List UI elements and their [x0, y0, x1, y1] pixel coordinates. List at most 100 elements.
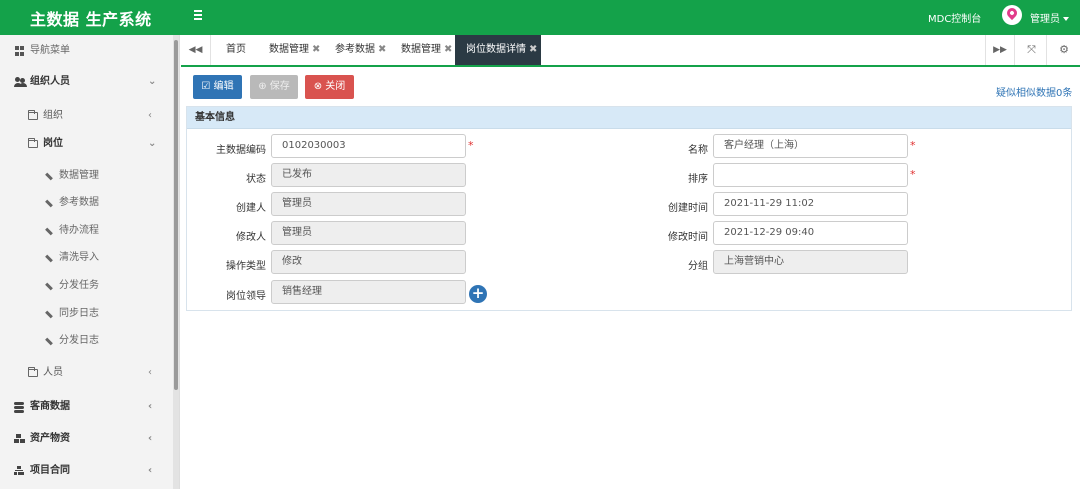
sidebar-group-contract[interactable]: 项目合同 ‹	[0, 457, 172, 485]
save-button[interactable]: ⊕ 保存	[250, 75, 298, 99]
ctime-label: 创建时间	[668, 203, 708, 214]
gear-icon[interactable]: ⚙	[1049, 35, 1079, 65]
tabs-scroll-right-icon[interactable]: ▶▶	[985, 35, 1015, 65]
pencil-icon	[45, 310, 53, 319]
mdc-console-link[interactable]: MDC控制台	[928, 10, 981, 25]
sidebar: 导航菜单 组织人员 ⌄ 组织 ‹ 岗位 ⌄ 数据管理 参考数据 待办流程 清洗导…	[0, 35, 180, 489]
name-label: 名称	[688, 145, 708, 156]
pencil-icon	[45, 282, 53, 291]
caret-down-icon	[1063, 17, 1069, 21]
pencil-icon	[45, 172, 53, 181]
close-icon[interactable]: ✖	[312, 44, 320, 55]
sidebar-leaf-4[interactable]: 分发任务	[0, 272, 172, 300]
tab-bar: ◀◀ 首页 数据管理 ✖ 参考数据 ✖ 数据管理 ✖ 岗位数据详情 ✖ ▶▶ ⤧ ⚙	[181, 35, 1080, 67]
tab-position-detail[interactable]: 岗位数据详情 ✖	[455, 35, 541, 65]
edit-icon: ☑	[201, 81, 214, 92]
sidebar-leaf-5[interactable]: 同步日志	[0, 300, 172, 328]
optype-field: 修改	[271, 250, 466, 274]
creator-field: 管理员	[271, 192, 466, 216]
folder-open-icon	[28, 138, 38, 148]
modifier-field: 管理员	[271, 221, 466, 245]
edit-button[interactable]: ☑ 编辑	[193, 75, 242, 99]
chevron-down-icon: ⌄	[148, 138, 157, 149]
tab-label: 数据管理	[401, 44, 441, 55]
modifier-label: 修改人	[236, 232, 266, 243]
name-field[interactable]: 客户经理（上海）	[713, 134, 908, 158]
add-leader-icon[interactable]: +	[469, 285, 487, 303]
chevron-left-icon: ‹	[148, 401, 153, 412]
save-button-label: 保存	[269, 81, 290, 92]
sidebar-item-org-unit[interactable]: 组织 ‹	[0, 102, 172, 130]
close-icon[interactable]: ✖	[378, 44, 386, 55]
pencil-icon	[45, 199, 53, 208]
ctime-field[interactable]: 2021-11-29 11:02	[713, 192, 908, 216]
tab-home[interactable]: 首页	[226, 35, 246, 65]
close-icon[interactable]: ✖	[529, 44, 537, 55]
map-pin-icon	[1004, 5, 1020, 21]
optype-label: 操作类型	[226, 261, 266, 272]
sidebar-leaf-3[interactable]: 清洗导入	[0, 244, 172, 272]
sidebar-leaf-label: 清洗导入	[59, 252, 99, 263]
sort-field[interactable]	[713, 163, 908, 187]
sidebar-leaf-label: 分发日志	[59, 335, 99, 346]
chevron-left-icon: ‹	[148, 465, 153, 476]
sidebar-group-label: 组织人员	[30, 76, 70, 87]
user-menu[interactable]: 管理员	[1030, 10, 1069, 25]
tab-data-manage[interactable]: 数据管理 ✖	[269, 35, 320, 65]
chevron-left-icon: ‹	[148, 433, 153, 444]
sidebar-item-label: 人员	[43, 367, 63, 378]
required-mark: *	[910, 139, 916, 152]
sidebar-group-label: 项目合同	[30, 465, 70, 476]
sort-label: 排序	[688, 174, 708, 185]
tab-reference-data[interactable]: 参考数据 ✖	[335, 35, 386, 65]
creator-label: 创建人	[236, 203, 266, 214]
tabs-scroll-left-icon[interactable]: ◀◀	[181, 35, 211, 65]
mtime-label: 修改时间	[668, 232, 708, 243]
mtime-field[interactable]: 2021-12-29 09:40	[713, 221, 908, 245]
required-mark: *	[468, 139, 474, 152]
sidebar-group-label: 客商数据	[30, 401, 70, 412]
tab-data-manage-2[interactable]: 数据管理 ✖	[401, 35, 452, 65]
close-button[interactable]: ⊗ 关闭	[305, 75, 354, 99]
chevron-down-icon: ⌄	[148, 76, 157, 87]
chevron-left-icon: ‹	[148, 110, 152, 121]
tab-label: 参考数据	[335, 44, 375, 55]
sidebar-item-label: 组织	[43, 110, 63, 121]
sidebar-leaf-1[interactable]: 参考数据	[0, 189, 172, 217]
tab-label: 岗位数据详情	[466, 44, 526, 55]
nav-title-label: 导航菜单	[30, 45, 70, 56]
similar-data-link[interactable]: 疑似相似数据0条	[996, 84, 1072, 99]
panel-title: 基本信息	[187, 107, 1071, 129]
top-bar: 主数据 生产系统 MDC控制台 管理员	[0, 0, 1080, 35]
sidebar-item-person[interactable]: 人员 ‹	[0, 359, 172, 387]
sidebar-item-label: 岗位	[43, 138, 63, 149]
code-field[interactable]: 0102030003	[271, 134, 466, 158]
nav-title: 导航菜单	[0, 37, 172, 65]
leader-field: 销售经理	[271, 280, 466, 304]
sidebar-group-assets[interactable]: 资产物资 ‹	[0, 425, 172, 453]
group-field: 上海营销中心	[713, 250, 908, 274]
close-button-label: 关闭	[325, 81, 346, 92]
chevron-left-icon: ‹	[148, 367, 152, 378]
close-icon[interactable]: ✖	[444, 44, 452, 55]
sidebar-leaf-label: 参考数据	[59, 197, 99, 208]
status-field: 已发布	[271, 163, 466, 187]
close-circle-icon: ⊗	[313, 81, 326, 92]
sidebar-leaf-0[interactable]: 数据管理	[0, 162, 172, 190]
sidebar-scrollbar[interactable]	[173, 35, 179, 489]
sidebar-group-org[interactable]: 组织人员 ⌄	[0, 68, 172, 96]
menu-toggle-icon[interactable]	[191, 8, 205, 22]
sidebar-leaf-label: 同步日志	[59, 308, 99, 319]
sidebar-leaf-6[interactable]: 分发日志	[0, 327, 172, 355]
code-label: 主数据编码	[216, 145, 266, 156]
sitemap-icon	[14, 466, 24, 476]
pencil-icon	[45, 337, 53, 346]
sidebar-item-position[interactable]: 岗位 ⌄	[0, 130, 172, 158]
avatar[interactable]	[1002, 5, 1022, 25]
edit-button-label: 编辑	[213, 81, 234, 92]
sidebar-leaf-2[interactable]: 待办流程	[0, 217, 172, 245]
sidebar-group-customer[interactable]: 客商数据 ‹	[0, 393, 172, 421]
pencil-icon	[45, 254, 53, 263]
fullscreen-icon[interactable]: ⤧	[1017, 35, 1047, 65]
sidebar-leaf-label: 分发任务	[59, 280, 99, 291]
